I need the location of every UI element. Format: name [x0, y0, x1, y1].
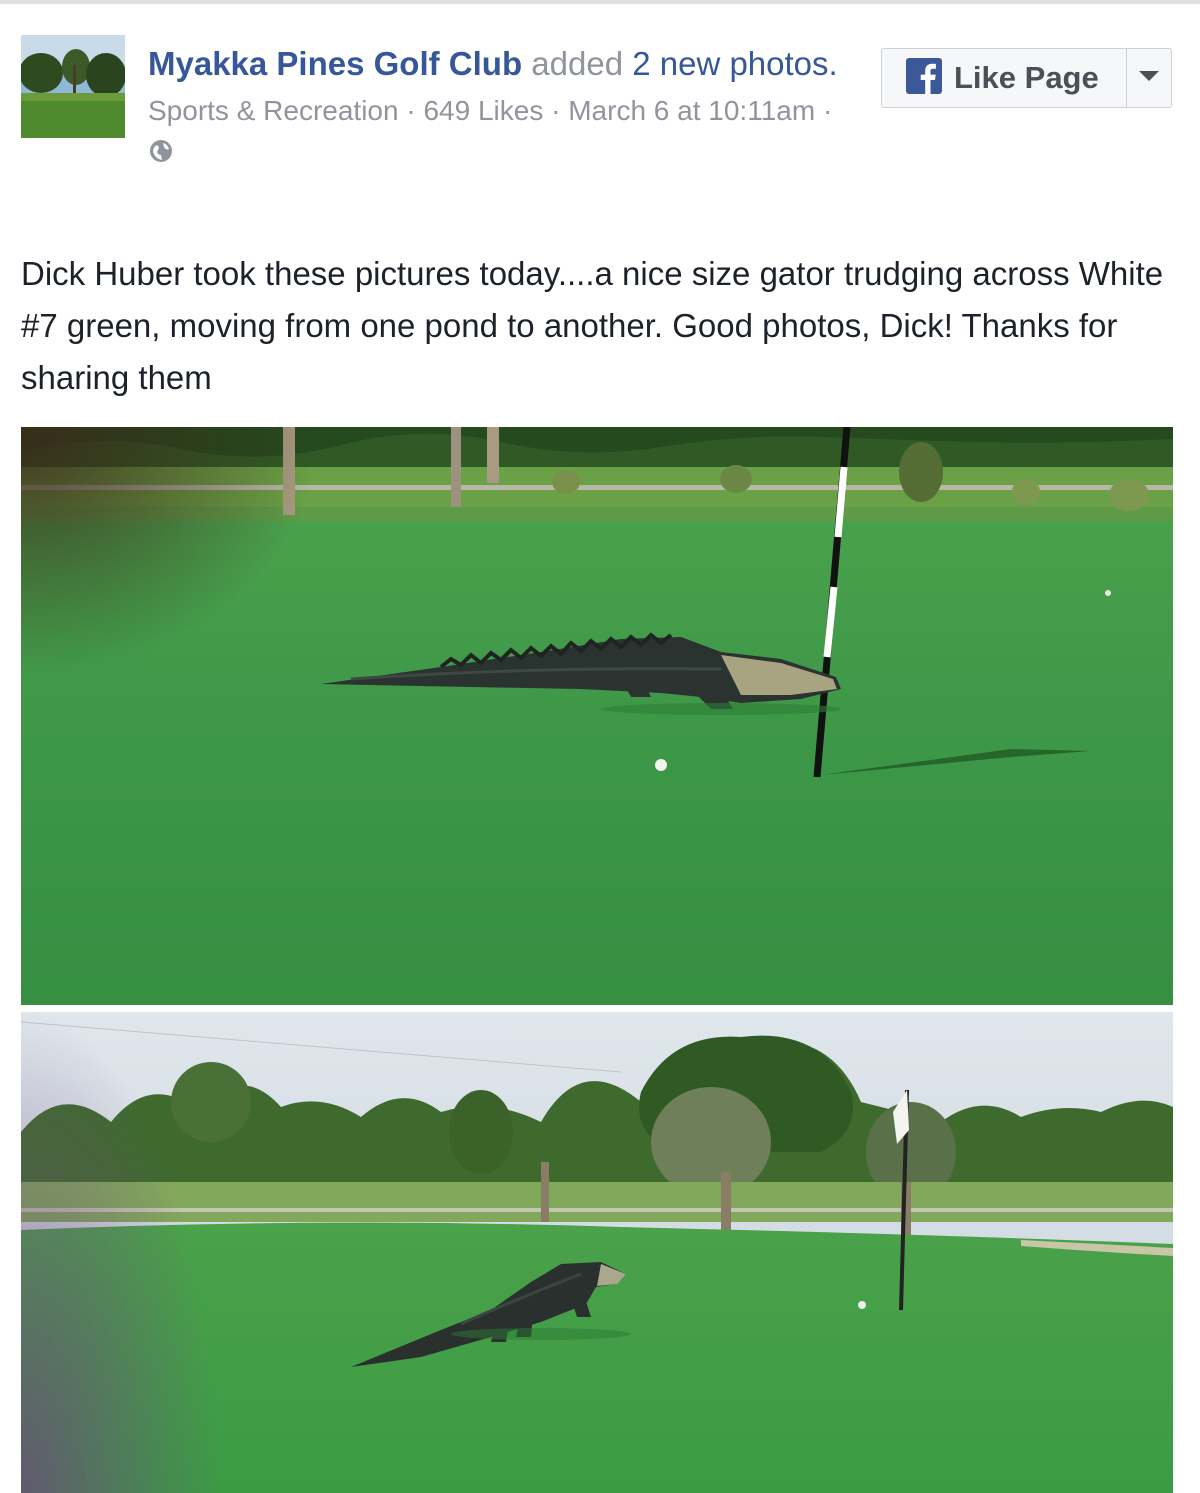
post-photo-2[interactable]: [21, 1012, 1173, 1493]
top-border: [0, 0, 1200, 4]
post-photo-1[interactable]: [21, 427, 1173, 1005]
like-options-dropdown[interactable]: [1127, 49, 1171, 107]
post-meta: Sports & Recreation · 649 Likes · March …: [148, 90, 848, 176]
post-timestamp[interactable]: March 6 at 10:11am: [568, 95, 815, 126]
post-body-text: Dick Huber took these pictures today....…: [21, 255, 1164, 396]
like-page-button[interactable]: Like Page: [882, 49, 1126, 107]
caret-down-icon: [1138, 69, 1160, 87]
meta-separator: ·: [543, 95, 569, 126]
globe-icon[interactable]: [148, 134, 174, 176]
page-category: Sports & Recreation: [148, 95, 399, 126]
new-photos-link[interactable]: 2 new photos.: [632, 45, 837, 82]
meta-separator: ·: [815, 95, 833, 126]
facebook-f-icon: [906, 57, 942, 99]
page-name-link[interactable]: Myakka Pines Golf Club: [148, 45, 522, 82]
like-page-label: Like Page: [954, 60, 1099, 95]
post-header: Myakka Pines Golf Club added 2 new photo…: [148, 38, 848, 176]
post-headline: Myakka Pines Golf Club added 2 new photo…: [148, 38, 848, 90]
page-likes[interactable]: 649 Likes: [423, 95, 543, 126]
page-avatar[interactable]: [21, 35, 125, 138]
like-page-button-group: Like Page: [881, 48, 1172, 108]
meta-separator: ·: [398, 95, 424, 126]
action-text: added: [522, 45, 633, 82]
